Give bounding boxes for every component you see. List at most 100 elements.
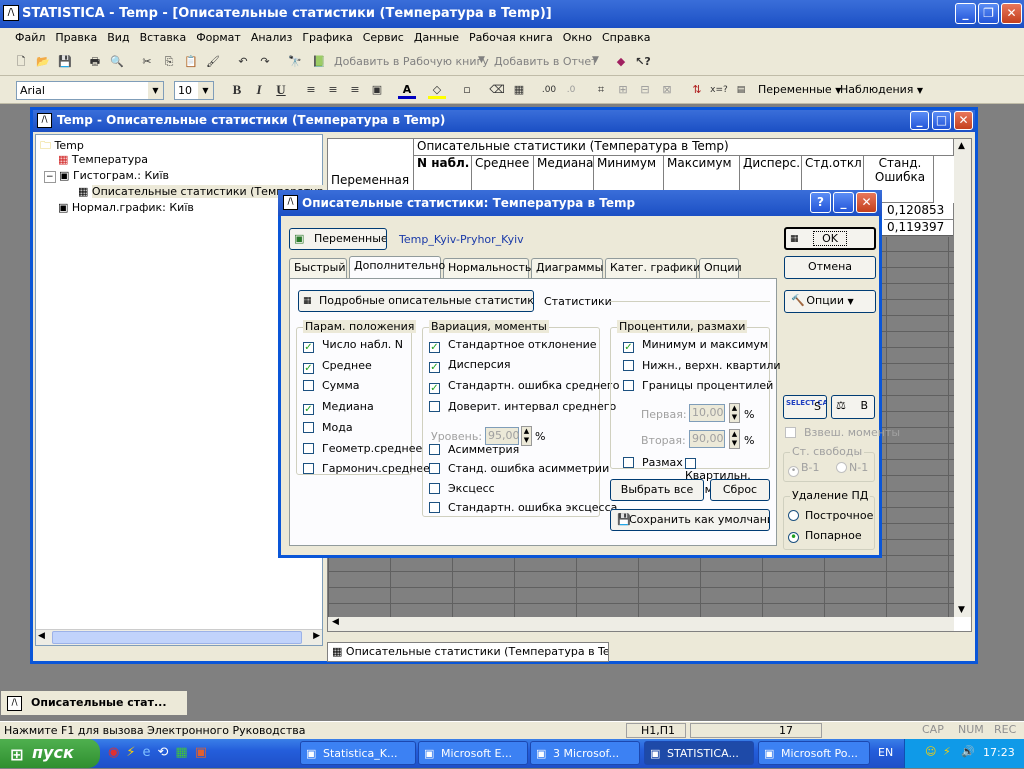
border-icon[interactable]: ▫ — [458, 81, 476, 99]
stat-checkbox[interactable]: Границы процентилей — [623, 379, 773, 395]
ie-icon[interactable]: e — [142, 745, 157, 760]
excel-icon[interactable]: ▦ — [175, 745, 194, 760]
italic-icon[interactable]: I — [250, 81, 268, 99]
split-icon[interactable]: ⌗ — [592, 81, 610, 99]
range-checkbox-box[interactable] — [623, 457, 634, 468]
stat-checkbox[interactable]: ✓ Среднее — [303, 359, 372, 375]
stat-checkbox[interactable]: Сумма — [303, 379, 360, 395]
restore-button[interactable]: ❐ — [978, 3, 999, 24]
variables-button[interactable]: ▣ Переменные: — [289, 228, 387, 250]
weighted-checkbox-box[interactable] — [785, 427, 796, 438]
tab-item[interactable]: Дополнительно — [349, 256, 445, 278]
level-spinner[interactable]: ▲ ▼ — [521, 426, 532, 446]
checkbox-box[interactable] — [303, 380, 314, 392]
statistics-book-icon[interactable]: ◆ — [612, 53, 630, 71]
taskbar-item[interactable]: ▣ 3 Microsof... — [530, 741, 640, 765]
align-right-icon[interactable]: ≡ — [346, 81, 364, 99]
checkbox-box[interactable]: ✓ — [623, 342, 634, 353]
ok-button[interactable]: ▦ OK — [784, 227, 876, 250]
align-center-icon[interactable]: ≡ — [324, 81, 342, 99]
checkbox-box[interactable] — [303, 421, 314, 433]
df-radio-n1[interactable]: N-1 — [836, 461, 868, 477]
first-spinner[interactable]: ▲ ▼ — [729, 403, 740, 423]
grid-icon[interactable]: ▦ — [510, 81, 528, 99]
checkbox-box[interactable]: ✓ — [429, 383, 440, 394]
copy-icon[interactable]: ⎘ — [160, 53, 178, 71]
fill-color-icon[interactable]: ◇ — [428, 81, 446, 99]
stat-checkbox[interactable]: ✓ Число набл. N — [303, 338, 403, 354]
scroll-down-icon[interactable]: ▼ — [958, 605, 965, 615]
language-indicator[interactable]: EN — [878, 746, 893, 759]
df-radio-n1-dot[interactable] — [836, 462, 847, 473]
tree-item-histogram[interactable]: − ▣ Гистограм.: Київ — [44, 169, 169, 183]
cell-format-icon[interactable]: ▣ — [368, 81, 386, 99]
quicklaunch-icon[interactable]: ◉ — [108, 745, 126, 760]
close-button[interactable]: ✕ — [1001, 3, 1022, 24]
save-icon[interactable]: 💾 — [56, 53, 74, 71]
scroll-left-icon[interactable]: ◀ — [38, 631, 45, 641]
workbook-maximize-button[interactable]: □ — [932, 111, 951, 130]
tree-item-spreadsheet[interactable]: ▦ Температура — [58, 153, 148, 166]
taskbar-item[interactable]: ▣ Statistica_K... — [300, 741, 416, 765]
second-spinner[interactable]: ▲ ▼ — [729, 429, 740, 449]
weight-button[interactable]: ⚖ B — [831, 395, 875, 419]
menu-item[interactable]: Сервис — [358, 28, 409, 48]
volume-icon[interactable]: 🔊 — [961, 745, 975, 758]
checkbox-box[interactable]: ✓ — [303, 362, 314, 374]
add-report-dropdown-icon[interactable]: ▼ — [592, 55, 599, 65]
formula-icon[interactable]: x=? — [710, 81, 728, 99]
level-input[interactable]: 95,00 — [485, 427, 520, 445]
print-preview-icon[interactable]: 🔍 — [108, 53, 126, 71]
collapse-icon[interactable]: − — [44, 171, 56, 183]
menu-item[interactable]: Правка — [50, 28, 102, 48]
menu-item[interactable]: Формат — [191, 28, 246, 48]
options-button[interactable]: 🔨 Опции ▼ — [784, 290, 876, 313]
menu-item[interactable]: Файл — [10, 28, 50, 48]
cancel-button[interactable]: Отмена — [784, 256, 876, 279]
md-radio-pairwise-dot[interactable]: • — [788, 531, 799, 543]
menu-item[interactable]: Анализ — [246, 28, 298, 48]
menu-item[interactable]: Данные — [409, 28, 464, 48]
df-radio-w1-dot[interactable]: • — [788, 466, 799, 477]
grid-vscrollbar[interactable]: ▲ ▼ — [954, 139, 971, 617]
checkbox-box[interactable] — [623, 380, 634, 391]
checkbox-box[interactable]: ✓ — [303, 404, 314, 416]
df-radio-w1[interactable]: • В-1 — [788, 461, 820, 477]
stat-checkbox[interactable]: Асимметрия — [429, 443, 519, 459]
scroll-up-icon[interactable]: ▲ — [958, 141, 965, 151]
font-color-icon[interactable]: A — [398, 81, 416, 99]
workbook-minimize-button[interactable]: _ — [910, 111, 929, 130]
checkbox-box[interactable] — [429, 401, 440, 412]
minimize-button[interactable]: _ — [955, 3, 976, 24]
tree-hscrollbar[interactable]: ◀ ▶ — [36, 629, 322, 645]
tab-item[interactable]: Катег. графики — [605, 258, 700, 278]
md-radio-pairwise[interactable]: • Попарное — [788, 529, 862, 545]
save-default-button[interactable]: 💾 Сохранить как умолчания — [610, 509, 770, 531]
tray-icon[interactable]: ⚡ — [943, 745, 951, 758]
paste-icon[interactable]: 📋 — [182, 53, 200, 71]
qrange-checkbox-box[interactable] — [685, 458, 696, 469]
stat-checkbox[interactable]: ✓ Стандартн. ошибка среднего — [429, 379, 619, 395]
start-button[interactable]: ⊞ пуск — [0, 739, 100, 768]
add-workbook-button[interactable]: Добавить в Рабочую книгу — [334, 55, 489, 68]
observations-menu[interactable]: Наблюдения ▼ — [840, 83, 923, 96]
font-select[interactable]: Arial ▼ — [16, 81, 164, 100]
menu-item[interactable]: Рабочая книга — [464, 28, 558, 48]
dialog-help-button[interactable]: ? — [810, 192, 831, 213]
tab-item[interactable]: Нормальность — [443, 258, 531, 278]
find-icon[interactable]: 🔭 — [286, 53, 304, 71]
font-dropdown-icon[interactable]: ▼ — [148, 82, 163, 99]
tray-icon[interactable]: ☺ — [925, 745, 936, 758]
quicklaunch-icon[interactable]: ⚡ — [126, 745, 142, 760]
md-radio-casewise-dot[interactable] — [788, 510, 799, 521]
powerpoint-icon[interactable]: ▣ — [195, 745, 214, 760]
stat-checkbox[interactable]: Станд. ошибка асимметрии — [429, 462, 609, 478]
tab-item[interactable]: Опции — [699, 258, 742, 278]
first-input[interactable]: 10,00 — [689, 404, 725, 422]
stat-checkbox[interactable]: Мода — [303, 421, 353, 437]
variables-menu[interactable]: Переменные ▼ — [758, 83, 841, 96]
stat-checkbox[interactable]: Стандартн. ошибка эксцесса — [429, 501, 617, 517]
checkbox-box[interactable] — [303, 463, 314, 475]
quicklaunch-icon[interactable]: ⟲ — [157, 745, 175, 760]
decrease-decimal-icon[interactable]: .0 — [562, 81, 580, 99]
